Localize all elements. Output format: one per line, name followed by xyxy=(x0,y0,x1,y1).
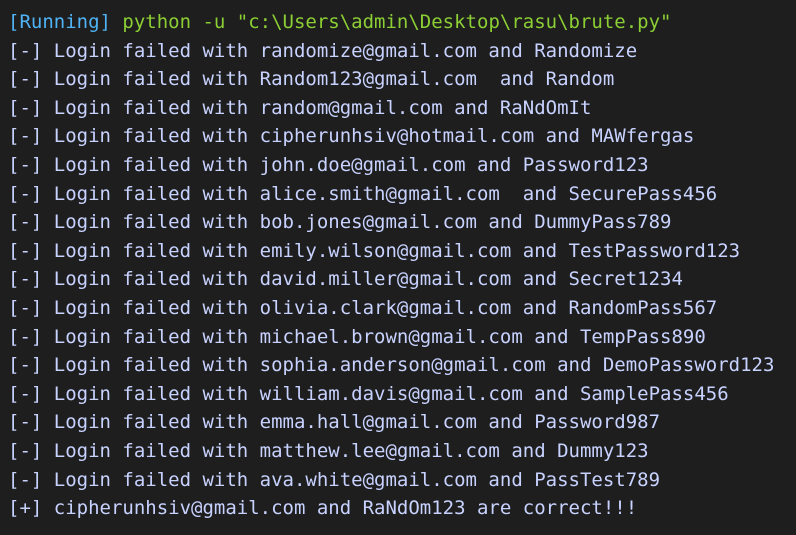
terminal-output-panel[interactable]: [Running] python -u "c:\Users\admin\Desk… xyxy=(0,0,796,535)
run-command-line: [Running] python -u "c:\Users\admin\Desk… xyxy=(8,8,796,37)
output-line: [-] Login failed with william.davis@gmai… xyxy=(8,382,729,405)
output-line: [-] Login failed with sophia.anderson@gm… xyxy=(8,354,775,377)
output-line: [-] Login failed with olivia.clark@gmail… xyxy=(8,296,718,319)
output-line: [-] Login failed with john.doe@gmail.com… xyxy=(8,153,649,176)
output-line: [-] Login failed with matthew.lee@gmail.… xyxy=(8,439,649,462)
output-line: [-] Login failed with michael.brown@gmai… xyxy=(8,325,706,348)
output-line: [-] Login failed with randomize@gmail.co… xyxy=(8,39,638,62)
output-line: [-] Login failed with alice.smith@gmail.… xyxy=(8,182,718,205)
output-line: [-] Login failed with david.miller@gmail… xyxy=(8,268,683,291)
output-line: [-] Login failed with Random123@gmail.co… xyxy=(8,68,615,91)
output-line: [-] Login failed with cipherunhsiv@hotma… xyxy=(8,125,695,148)
running-status: [Running] xyxy=(8,11,111,33)
output-line: [-] Login failed with bob.jones@gmail.co… xyxy=(8,211,672,234)
output-line: [-] Login failed with ava.white@gmail.co… xyxy=(8,468,661,491)
output-line: [-] Login failed with emily.wilson@gmail… xyxy=(8,239,741,262)
command-text: python -u "c:\Users\admin\Desktop\rasu\b… xyxy=(110,11,672,33)
output-line: [-] Login failed with emma.hall@gmail.co… xyxy=(8,411,661,434)
output-line: [-] Login failed with random@gmail.com a… xyxy=(8,96,592,119)
success-line: [+] cipherunhsiv@gmail.com and RaNdOm123… xyxy=(8,497,638,520)
